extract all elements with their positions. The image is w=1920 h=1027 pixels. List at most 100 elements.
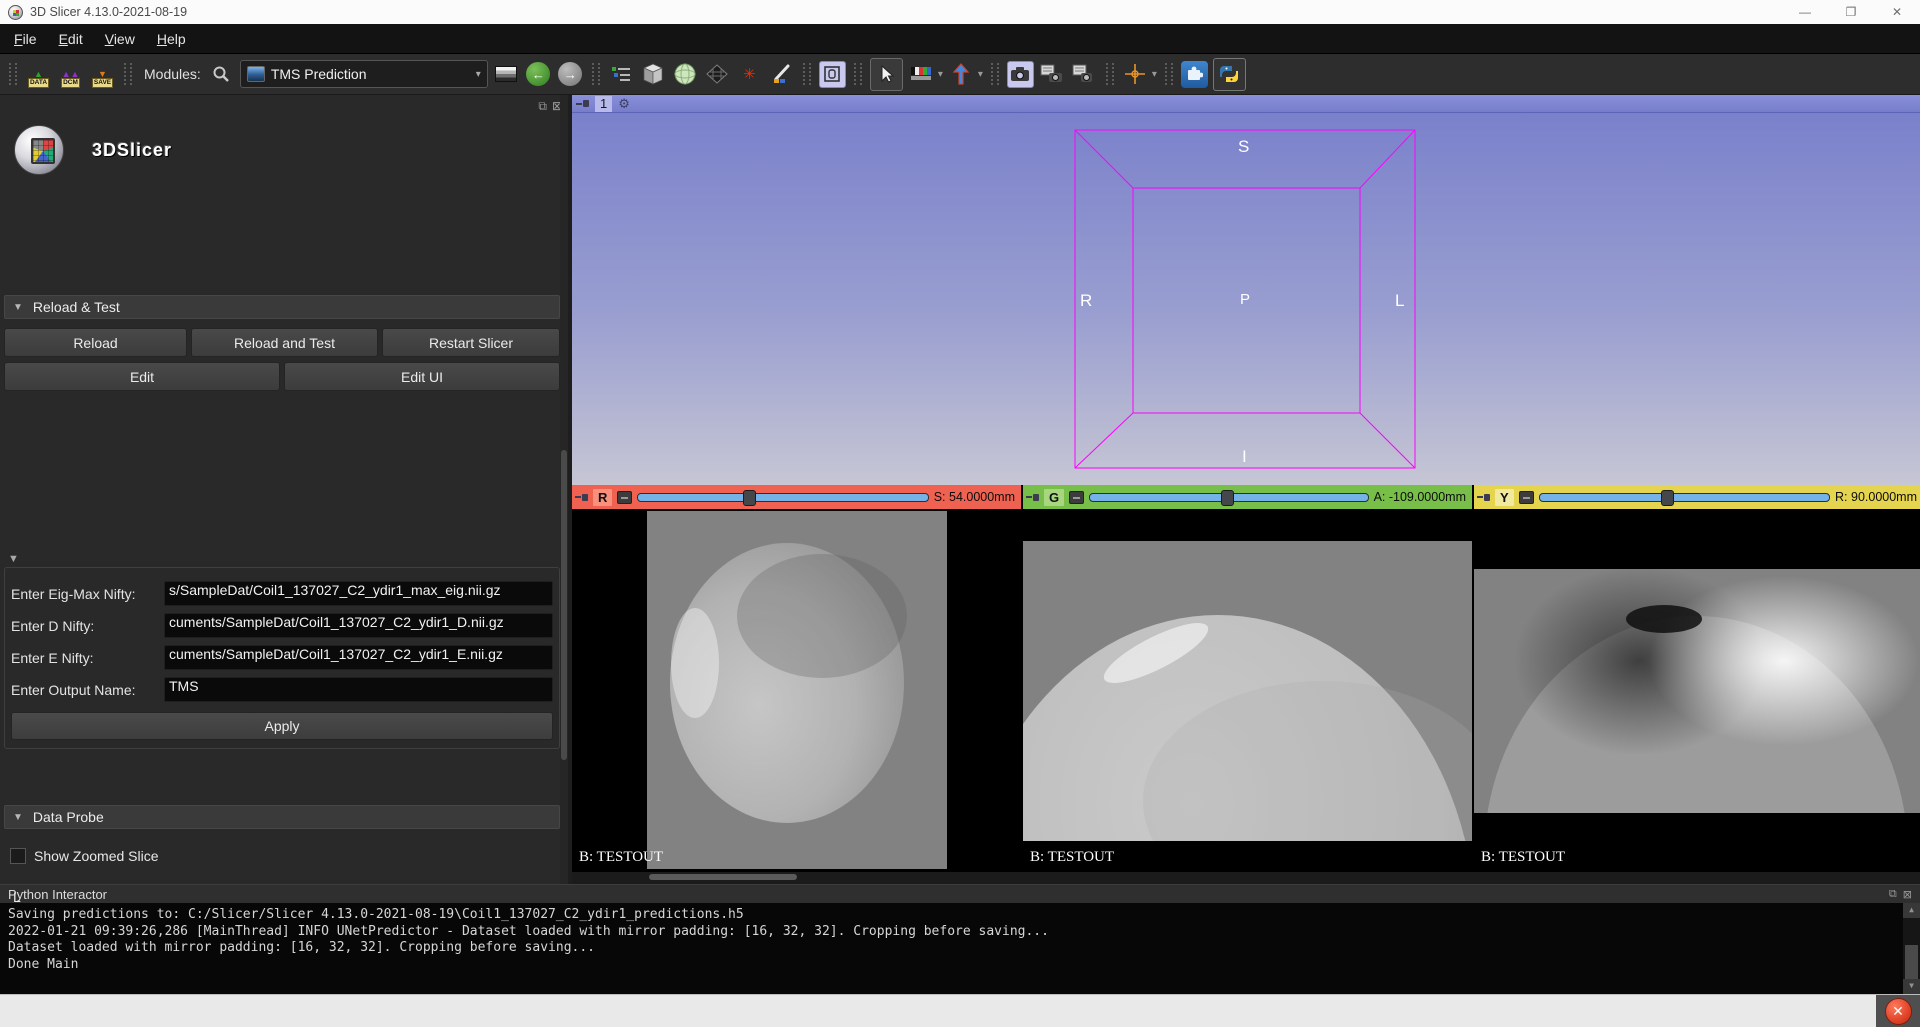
slider-thumb[interactable] (743, 490, 756, 506)
python-console[interactable]: Saving predictions to: C:/Slicer/Slicer … (0, 903, 1920, 994)
scroll-down-icon[interactable]: ▼ (1903, 979, 1920, 994)
menu-help[interactable]: Help (147, 27, 196, 51)
toolbar-grip[interactable] (124, 63, 132, 85)
green-slice-view[interactable]: B: TESTOUT (1023, 511, 1472, 872)
app-icon (8, 5, 23, 20)
view-area: 1 ⚙ S R (572, 95, 1920, 884)
extensions-icon[interactable] (1181, 61, 1208, 88)
toolbar-grip[interactable] (991, 63, 999, 85)
yellow-slice-menu[interactable]: Y (1495, 489, 1514, 506)
toolbar-grip[interactable] (803, 63, 811, 85)
apply-button[interactable]: Apply (11, 712, 553, 740)
panel-float-icon[interactable]: ⧉ (538, 99, 547, 114)
history-forward-icon[interactable]: → (557, 61, 584, 88)
colors-icon[interactable] (908, 61, 935, 88)
close-button[interactable]: ✕ (1874, 0, 1920, 24)
menu-view[interactable]: View (95, 27, 145, 51)
chevron-down-icon[interactable]: ▾ (938, 69, 943, 80)
d-nifty-input[interactable]: cuments/SampleDat/Coil1_137027_C2_ydir1_… (164, 613, 553, 638)
window-capture-icon[interactable] (819, 61, 846, 88)
console-scrollbar[interactable]: ▲ ▼ (1903, 903, 1920, 994)
mouse-cursor-icon[interactable] (870, 58, 903, 91)
threed-view-header: 1 ⚙ (572, 95, 1920, 113)
scroll-up-icon[interactable]: ▲ (1903, 903, 1920, 918)
minimize-button[interactable]: — (1782, 0, 1828, 24)
close-python-button[interactable]: ✕ (1885, 998, 1912, 1025)
menu-edit[interactable]: Edit (49, 27, 93, 51)
python-icon[interactable] (1213, 58, 1246, 91)
pin-icon[interactable] (575, 493, 588, 502)
subject-hierarchy-icon[interactable] (608, 61, 635, 88)
search-icon[interactable] (208, 61, 235, 88)
visibility-icon[interactable] (1069, 491, 1084, 504)
down-arrow-icon: ▼ (98, 70, 107, 78)
slider-thumb[interactable] (1661, 490, 1674, 506)
module-selector[interactable]: TMS Prediction ▾ (240, 60, 488, 88)
chevron-down-icon[interactable]: ▾ (978, 69, 983, 80)
slider-thumb[interactable] (1221, 490, 1234, 506)
edit-ui-button[interactable]: Edit UI (284, 362, 560, 391)
slice-volume-label: B: TESTOUT (1481, 849, 1565, 866)
reload-test-section-header[interactable]: ▼ Reload & Test (4, 295, 560, 319)
import-dicom-icon[interactable]: ▲▲ DCM (57, 61, 84, 88)
model-sphere-icon[interactable] (672, 61, 699, 88)
mesh-diamond-icon[interactable] (704, 61, 731, 88)
volume-cube-icon[interactable] (640, 61, 667, 88)
slicer-logo-text: 3DSlicer (92, 140, 172, 161)
panel-scrollbar-thumb[interactable] (561, 450, 567, 760)
load-data-icon[interactable]: ▲ DATA (25, 61, 52, 88)
green-slice-slider[interactable] (1089, 493, 1368, 502)
edit-button[interactable]: Edit (4, 362, 280, 391)
console-scrollbar-thumb[interactable] (1905, 945, 1918, 979)
scene-view-capture-icon[interactable] (1039, 61, 1066, 88)
toolbar-grip[interactable] (9, 63, 17, 85)
yellow-slice-slider[interactable] (1539, 493, 1830, 502)
transform-arrow-icon[interactable] (948, 61, 975, 88)
horizontal-scrollbar-thumb[interactable] (649, 874, 797, 880)
panel-float-icon[interactable]: ⧉ (1889, 888, 1897, 901)
chevron-down-icon[interactable]: ▾ (1152, 69, 1157, 80)
toolbar-grip[interactable] (854, 63, 862, 85)
show-zoomed-slice-label: Show Zoomed Slice (34, 848, 159, 864)
red-slice-menu[interactable]: R (593, 489, 612, 506)
eig-max-input[interactable]: s/SampleDat/Coil1_137027_C2_ydir1_max_ei… (164, 581, 553, 606)
yellow-slice-view[interactable]: B: TESTOUT (1474, 511, 1920, 872)
pin-icon[interactable] (1477, 493, 1490, 502)
green-slice-menu[interactable]: G (1044, 489, 1064, 506)
reload-button[interactable]: Reload (4, 328, 187, 357)
pin-icon[interactable] (576, 99, 589, 108)
scene-restore-icon[interactable] (1071, 61, 1098, 88)
save-icon[interactable]: ▼ SAVE (89, 61, 116, 88)
toolbar-grip[interactable] (1106, 63, 1114, 85)
pin-icon[interactable] (1026, 493, 1039, 502)
show-zoomed-slice-checkbox[interactable] (10, 848, 26, 864)
screenshot-icon[interactable] (1007, 61, 1034, 88)
history-back-icon[interactable]: ← (525, 61, 552, 88)
red-slice-view[interactable]: B: TESTOUT (572, 511, 1021, 872)
menu-file[interactable]: File (4, 27, 47, 51)
reload-and-test-button[interactable]: Reload and Test (191, 328, 378, 357)
gear-icon[interactable]: ⚙ (618, 96, 630, 112)
visibility-icon[interactable] (1519, 491, 1534, 504)
threed-view-tab[interactable]: 1 (595, 96, 612, 112)
layout-icon[interactable] (493, 61, 520, 88)
restore-button[interactable]: ❐ (1828, 0, 1874, 24)
red-slice-bar: R S: 54.0000mm (572, 485, 1021, 509)
panel-scrollbar[interactable] (560, 95, 568, 884)
collapse-triangle-icon[interactable]: ▼ (8, 553, 19, 565)
annotate-pen-icon[interactable] (768, 61, 795, 88)
restart-slicer-button[interactable]: Restart Slicer (382, 328, 560, 357)
threed-viewport[interactable]: S R P L I (572, 113, 1920, 485)
output-name-input[interactable]: TMS (164, 677, 553, 702)
toolbar-grip[interactable] (1165, 63, 1173, 85)
markups-icon[interactable]: ✳ (736, 61, 763, 88)
panel-close-icon[interactable]: ⊠ (1903, 888, 1912, 901)
visibility-icon[interactable] (617, 491, 632, 504)
red-slice-slider[interactable] (637, 493, 928, 502)
back-arrow-icon: ← (526, 62, 550, 86)
data-probe-section-header[interactable]: ▼ Data Probe (4, 805, 560, 829)
e-nifty-input[interactable]: cuments/SampleDat/Coil1_137027_C2_ydir1_… (164, 645, 553, 670)
horizontal-scrollbar[interactable] (572, 872, 1920, 884)
toolbar-grip[interactable] (592, 63, 600, 85)
crosshair-icon[interactable] (1122, 61, 1149, 88)
